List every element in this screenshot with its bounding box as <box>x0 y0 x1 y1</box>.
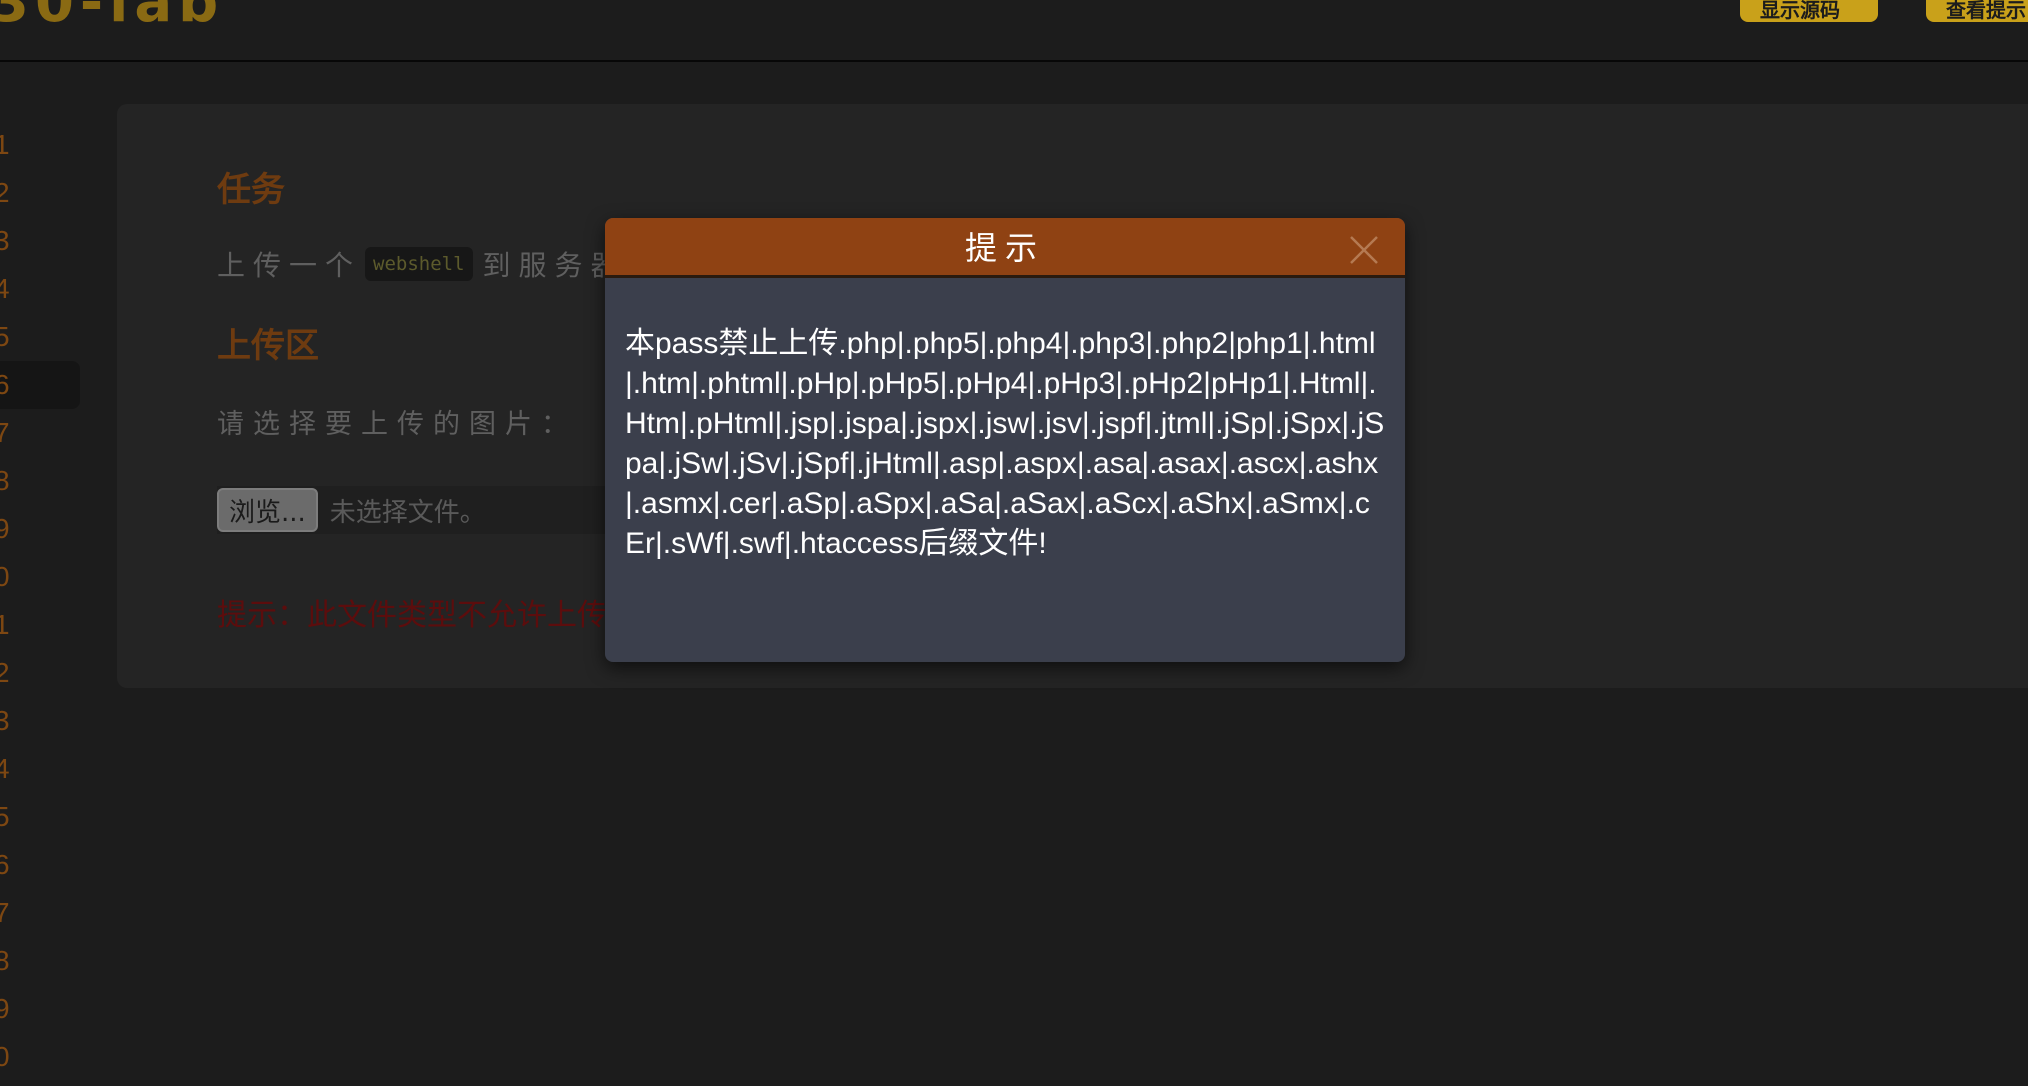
alert-dialog: 提示 本pass禁止上传.php|.php5|.php4|.php3|.php2… <box>605 218 1405 662</box>
level-nav-item[interactable]: 8 <box>0 457 74 505</box>
level-nav-item[interactable]: 9 <box>0 505 74 553</box>
dialog-title: 提示 <box>964 229 1045 267</box>
level-nav-item[interactable]: 4 <box>0 265 74 313</box>
level-nav-item[interactable]: 3 <box>0 697 74 745</box>
level-nav-item[interactable]: 7 <box>0 889 74 937</box>
site-logo: 30-lab <box>0 0 225 35</box>
level-nav-item[interactable]: 8 <box>0 937 74 985</box>
level-nav-item[interactable]: 9 <box>0 985 74 1033</box>
level-nav-item[interactable]: 7 <box>0 409 74 457</box>
browse-button[interactable]: 浏览... <box>217 488 318 532</box>
level-nav-item[interactable]: 4 <box>0 745 74 793</box>
level-nav-item[interactable]: 6 <box>0 361 80 409</box>
level-nav-item[interactable]: 6 <box>0 841 74 889</box>
level-nav-item[interactable]: 5 <box>0 313 74 361</box>
level-nav-item[interactable]: 1 <box>0 121 74 169</box>
level-nav-item[interactable]: 0 <box>0 1033 74 1081</box>
task-title: 任务 <box>217 170 285 210</box>
level-nav-item[interactable]: 3 <box>0 217 74 265</box>
task-description: 上传一个 webshell 到服务器 <box>217 244 627 284</box>
task-text-before: 上传一个 <box>217 249 362 282</box>
level-nav-list: 12345678901234567890 <box>0 121 80 1081</box>
level-nav-item[interactable]: 0 <box>0 553 74 601</box>
level-nav-item[interactable]: 5 <box>0 793 74 841</box>
upload-warning-message: 提示：此文件类型不允许上传！ <box>217 598 637 633</box>
level-nav-item[interactable]: 1 <box>0 601 74 649</box>
close-icon[interactable] <box>1346 232 1382 268</box>
top-header: 30-lab 显示源码 查看提示 <box>0 0 2028 62</box>
dialog-message: 本pass禁止上传.php|.php5|.php4|.php3|.php2|ph… <box>625 327 1385 560</box>
level-nav-item[interactable]: 2 <box>0 649 74 697</box>
view-hint-button[interactable]: 查看提示 <box>1926 0 2028 22</box>
upload-area-title: 上传区 <box>217 326 319 366</box>
level-nav-item[interactable]: 2 <box>0 169 74 217</box>
choose-image-label: 请选择要上传的图片： <box>217 409 577 440</box>
no-file-selected-text: 未选择文件。 <box>329 497 486 528</box>
dialog-header: 提示 <box>605 218 1405 278</box>
webshell-code-chip: webshell <box>365 247 473 281</box>
show-source-button[interactable]: 显示源码 <box>1740 0 1878 22</box>
